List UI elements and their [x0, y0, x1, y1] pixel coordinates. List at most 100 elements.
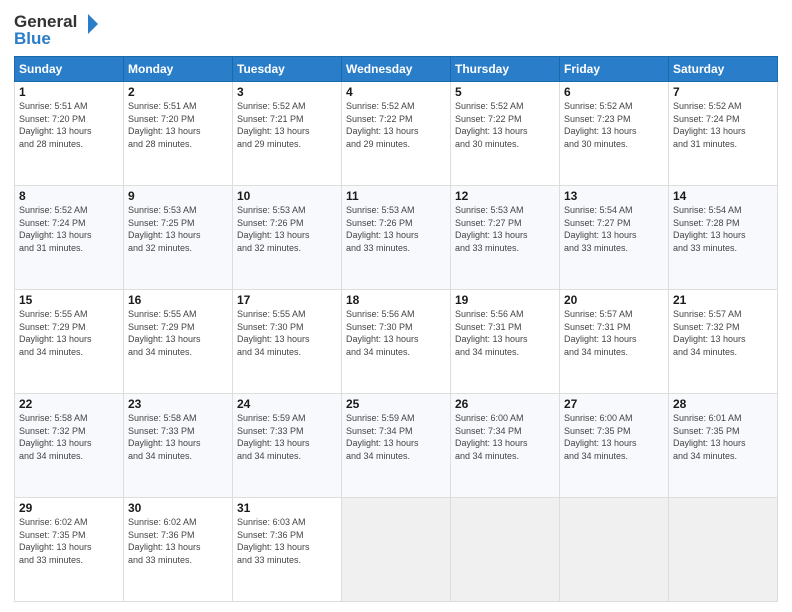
- day-info: Sunrise: 5:51 AM Sunset: 7:20 PM Dayligh…: [128, 100, 228, 150]
- weekday-header-wednesday: Wednesday: [342, 57, 451, 82]
- day-number: 12: [455, 189, 555, 203]
- day-number: 27: [564, 397, 664, 411]
- calendar-cell: 9Sunrise: 5:53 AM Sunset: 7:25 PM Daylig…: [124, 186, 233, 290]
- calendar-cell: 16Sunrise: 5:55 AM Sunset: 7:29 PM Dayli…: [124, 290, 233, 394]
- calendar-week-3: 15Sunrise: 5:55 AM Sunset: 7:29 PM Dayli…: [15, 290, 778, 394]
- day-number: 21: [673, 293, 773, 307]
- day-number: 26: [455, 397, 555, 411]
- calendar-cell: 19Sunrise: 5:56 AM Sunset: 7:31 PM Dayli…: [451, 290, 560, 394]
- day-info: Sunrise: 5:57 AM Sunset: 7:32 PM Dayligh…: [673, 308, 773, 358]
- weekday-header-thursday: Thursday: [451, 57, 560, 82]
- calendar-cell: 22Sunrise: 5:58 AM Sunset: 7:32 PM Dayli…: [15, 394, 124, 498]
- day-number: 1: [19, 85, 119, 99]
- day-info: Sunrise: 5:58 AM Sunset: 7:32 PM Dayligh…: [19, 412, 119, 462]
- day-info: Sunrise: 5:52 AM Sunset: 7:23 PM Dayligh…: [564, 100, 664, 150]
- calendar-cell: 17Sunrise: 5:55 AM Sunset: 7:30 PM Dayli…: [233, 290, 342, 394]
- calendar-cell: 28Sunrise: 6:01 AM Sunset: 7:35 PM Dayli…: [669, 394, 778, 498]
- day-number: 9: [128, 189, 228, 203]
- day-number: 14: [673, 189, 773, 203]
- day-number: 13: [564, 189, 664, 203]
- calendar-cell: 30Sunrise: 6:02 AM Sunset: 7:36 PM Dayli…: [124, 498, 233, 602]
- day-info: Sunrise: 5:55 AM Sunset: 7:29 PM Dayligh…: [128, 308, 228, 358]
- calendar-cell: 10Sunrise: 5:53 AM Sunset: 7:26 PM Dayli…: [233, 186, 342, 290]
- calendar-cell: 20Sunrise: 5:57 AM Sunset: 7:31 PM Dayli…: [560, 290, 669, 394]
- weekday-header-saturday: Saturday: [669, 57, 778, 82]
- calendar-cell: 14Sunrise: 5:54 AM Sunset: 7:28 PM Dayli…: [669, 186, 778, 290]
- calendar-cell: 29Sunrise: 6:02 AM Sunset: 7:35 PM Dayli…: [15, 498, 124, 602]
- day-number: 15: [19, 293, 119, 307]
- day-number: 4: [346, 85, 446, 99]
- calendar-cell: 25Sunrise: 5:59 AM Sunset: 7:34 PM Dayli…: [342, 394, 451, 498]
- calendar-cell: 8Sunrise: 5:52 AM Sunset: 7:24 PM Daylig…: [15, 186, 124, 290]
- day-number: 7: [673, 85, 773, 99]
- day-info: Sunrise: 6:02 AM Sunset: 7:35 PM Dayligh…: [19, 516, 119, 566]
- day-info: Sunrise: 5:56 AM Sunset: 7:31 PM Dayligh…: [455, 308, 555, 358]
- day-info: Sunrise: 6:01 AM Sunset: 7:35 PM Dayligh…: [673, 412, 773, 462]
- day-info: Sunrise: 5:52 AM Sunset: 7:24 PM Dayligh…: [673, 100, 773, 150]
- day-info: Sunrise: 6:00 AM Sunset: 7:34 PM Dayligh…: [455, 412, 555, 462]
- day-number: 6: [564, 85, 664, 99]
- calendar-cell: 13Sunrise: 5:54 AM Sunset: 7:27 PM Dayli…: [560, 186, 669, 290]
- calendar-cell: 11Sunrise: 5:53 AM Sunset: 7:26 PM Dayli…: [342, 186, 451, 290]
- calendar-page: General Blue SundayMondayTuesdayWednesda…: [0, 0, 792, 612]
- svg-text:Blue: Blue: [14, 29, 51, 48]
- calendar-cell: [342, 498, 451, 602]
- day-number: 16: [128, 293, 228, 307]
- weekday-header-tuesday: Tuesday: [233, 57, 342, 82]
- day-info: Sunrise: 5:53 AM Sunset: 7:27 PM Dayligh…: [455, 204, 555, 254]
- day-number: 20: [564, 293, 664, 307]
- calendar-cell: 5Sunrise: 5:52 AM Sunset: 7:22 PM Daylig…: [451, 82, 560, 186]
- day-info: Sunrise: 5:58 AM Sunset: 7:33 PM Dayligh…: [128, 412, 228, 462]
- calendar-cell: 26Sunrise: 6:00 AM Sunset: 7:34 PM Dayli…: [451, 394, 560, 498]
- day-number: 11: [346, 189, 446, 203]
- day-info: Sunrise: 5:52 AM Sunset: 7:22 PM Dayligh…: [455, 100, 555, 150]
- day-number: 10: [237, 189, 337, 203]
- day-number: 5: [455, 85, 555, 99]
- calendar-cell: 18Sunrise: 5:56 AM Sunset: 7:30 PM Dayli…: [342, 290, 451, 394]
- day-number: 24: [237, 397, 337, 411]
- weekday-header-row: SundayMondayTuesdayWednesdayThursdayFrid…: [15, 57, 778, 82]
- calendar-week-5: 29Sunrise: 6:02 AM Sunset: 7:35 PM Dayli…: [15, 498, 778, 602]
- weekday-header-sunday: Sunday: [15, 57, 124, 82]
- day-number: 28: [673, 397, 773, 411]
- calendar-cell: 15Sunrise: 5:55 AM Sunset: 7:29 PM Dayli…: [15, 290, 124, 394]
- day-number: 25: [346, 397, 446, 411]
- calendar-cell: [669, 498, 778, 602]
- calendar-cell: 1Sunrise: 5:51 AM Sunset: 7:20 PM Daylig…: [15, 82, 124, 186]
- day-info: Sunrise: 5:52 AM Sunset: 7:22 PM Dayligh…: [346, 100, 446, 150]
- day-number: 17: [237, 293, 337, 307]
- day-info: Sunrise: 5:59 AM Sunset: 7:33 PM Dayligh…: [237, 412, 337, 462]
- calendar-week-1: 1Sunrise: 5:51 AM Sunset: 7:20 PM Daylig…: [15, 82, 778, 186]
- logo: General Blue: [14, 10, 104, 48]
- calendar-cell: 21Sunrise: 5:57 AM Sunset: 7:32 PM Dayli…: [669, 290, 778, 394]
- day-info: Sunrise: 5:52 AM Sunset: 7:21 PM Dayligh…: [237, 100, 337, 150]
- day-number: 29: [19, 501, 119, 515]
- day-number: 3: [237, 85, 337, 99]
- calendar-cell: 23Sunrise: 5:58 AM Sunset: 7:33 PM Dayli…: [124, 394, 233, 498]
- day-info: Sunrise: 5:56 AM Sunset: 7:30 PM Dayligh…: [346, 308, 446, 358]
- calendar-cell: [451, 498, 560, 602]
- day-info: Sunrise: 5:54 AM Sunset: 7:27 PM Dayligh…: [564, 204, 664, 254]
- day-number: 8: [19, 189, 119, 203]
- calendar-cell: 4Sunrise: 5:52 AM Sunset: 7:22 PM Daylig…: [342, 82, 451, 186]
- day-info: Sunrise: 5:52 AM Sunset: 7:24 PM Dayligh…: [19, 204, 119, 254]
- general-blue-logo-icon: General Blue: [14, 10, 104, 48]
- day-info: Sunrise: 5:55 AM Sunset: 7:29 PM Dayligh…: [19, 308, 119, 358]
- weekday-header-monday: Monday: [124, 57, 233, 82]
- day-info: Sunrise: 5:53 AM Sunset: 7:25 PM Dayligh…: [128, 204, 228, 254]
- day-info: Sunrise: 5:53 AM Sunset: 7:26 PM Dayligh…: [346, 204, 446, 254]
- calendar-cell: 31Sunrise: 6:03 AM Sunset: 7:36 PM Dayli…: [233, 498, 342, 602]
- day-number: 22: [19, 397, 119, 411]
- calendar-cell: 7Sunrise: 5:52 AM Sunset: 7:24 PM Daylig…: [669, 82, 778, 186]
- day-number: 30: [128, 501, 228, 515]
- calendar-cell: 27Sunrise: 6:00 AM Sunset: 7:35 PM Dayli…: [560, 394, 669, 498]
- day-info: Sunrise: 5:55 AM Sunset: 7:30 PM Dayligh…: [237, 308, 337, 358]
- day-info: Sunrise: 5:51 AM Sunset: 7:20 PM Dayligh…: [19, 100, 119, 150]
- calendar-cell: 2Sunrise: 5:51 AM Sunset: 7:20 PM Daylig…: [124, 82, 233, 186]
- day-info: Sunrise: 6:02 AM Sunset: 7:36 PM Dayligh…: [128, 516, 228, 566]
- calendar-week-4: 22Sunrise: 5:58 AM Sunset: 7:32 PM Dayli…: [15, 394, 778, 498]
- header: General Blue: [14, 10, 778, 48]
- calendar-cell: [560, 498, 669, 602]
- calendar-cell: 3Sunrise: 5:52 AM Sunset: 7:21 PM Daylig…: [233, 82, 342, 186]
- day-number: 2: [128, 85, 228, 99]
